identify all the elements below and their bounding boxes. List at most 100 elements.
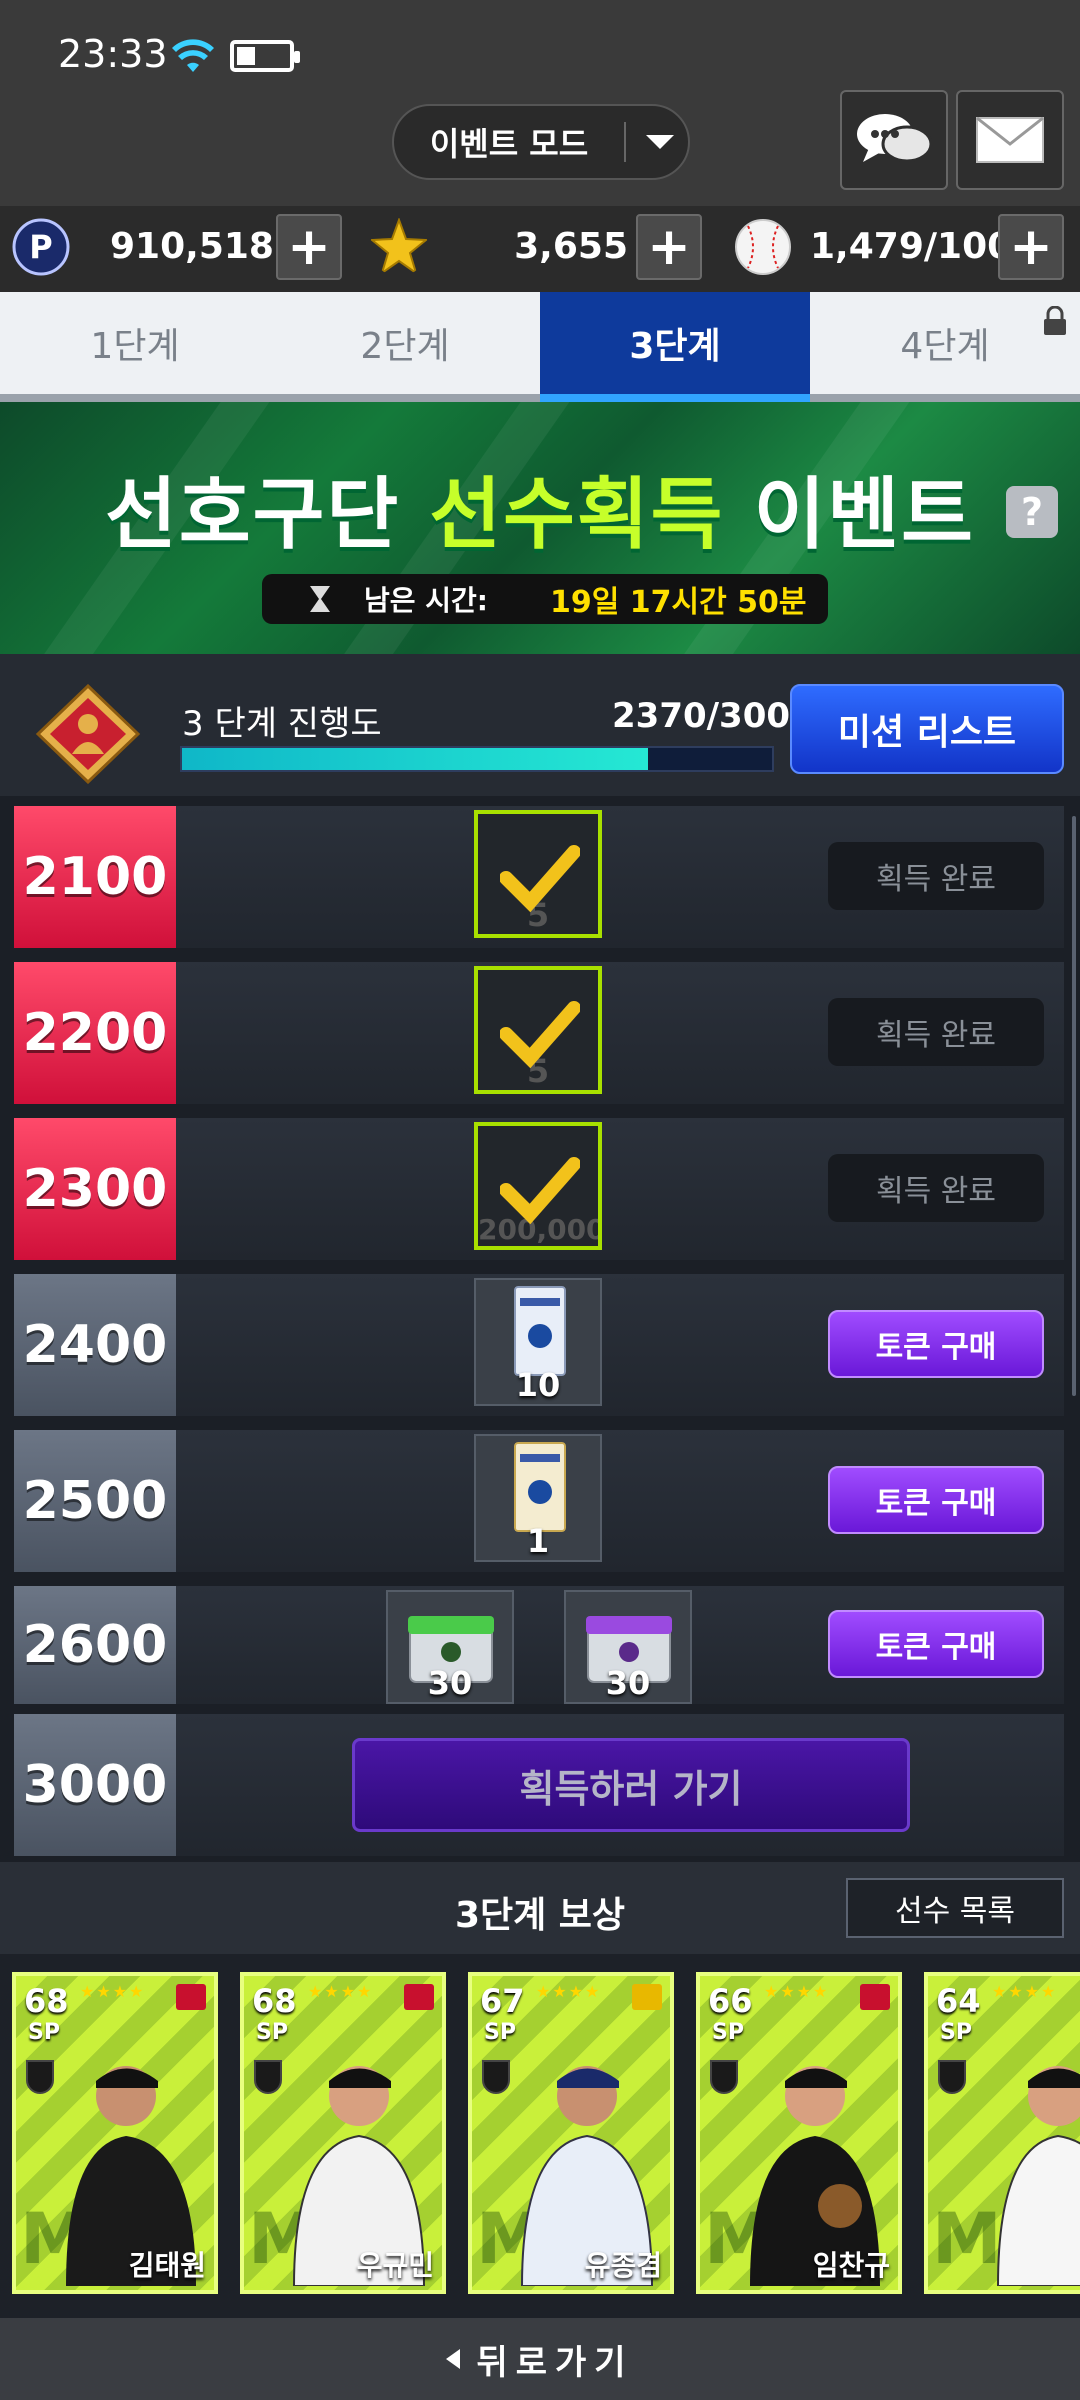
claimed-status: 획득 완료 [828, 1154, 1044, 1222]
reward-item[interactable]: 30 [564, 1590, 692, 1704]
progress-value: 2370/3000 [612, 696, 814, 736]
reward-row: 2200 5 획득 완료 [14, 962, 1064, 1104]
hourglass-icon [310, 586, 330, 612]
shield-icon [26, 2060, 54, 2094]
star-icon [370, 218, 428, 276]
mail-button[interactable] [956, 90, 1064, 190]
help-button[interactable]: ? [1006, 486, 1058, 538]
currency-bar: P 910,518 + 3,655 + 1,479/100 + [0, 206, 1080, 292]
battery-icon [230, 40, 300, 72]
chat-bubbles-icon [857, 114, 933, 163]
check-icon [500, 845, 580, 912]
chevron-down-icon [646, 135, 674, 149]
tab-stage-2[interactable]: 2단계 [270, 292, 540, 394]
go-acquire-button[interactable]: 획득하러 가기 [352, 1738, 910, 1832]
player-cards: M 68 SP ★★★★ 김태원 M 68 SP ★★★★ 우규민 M 67 S… [0, 1954, 1080, 2318]
add-stars-button[interactable]: + [636, 214, 702, 280]
shield-icon [482, 2060, 510, 2094]
balls-value: 1,479/100 [810, 226, 1013, 267]
reward-row: 2100 5 획득 완료 [14, 806, 1064, 948]
envelope-icon [976, 116, 1044, 163]
reward-section-header: 3단계 보상 선수 목록 [0, 1862, 1080, 1954]
player-image [996, 2066, 1080, 2286]
player-card[interactable]: M 66 SP ★★★★ 임찬규 [696, 1972, 902, 2294]
medal-icon [35, 684, 141, 784]
reward-list: 2100 5 획득 완료 2200 5 획득 완료 2300 200,000 획… [0, 796, 1080, 1862]
reward-row: 2400 10 토큰 구매 [14, 1274, 1064, 1416]
wifi-icon [172, 39, 214, 72]
top-header: 이벤트 모드 [0, 90, 1080, 206]
list-scrollbar[interactable] [1072, 816, 1076, 1396]
reward-score: 2400 [14, 1274, 176, 1416]
reward-row: 2300 200,000 획득 완료 [14, 1118, 1064, 1260]
back-arrow-icon [446, 2349, 461, 2369]
star-rating-icon: ★★★★ [992, 1982, 1058, 2001]
reward-score: 3000 [14, 1714, 176, 1856]
reward-item: 5 [474, 810, 602, 938]
reward-item[interactable]: 1 [474, 1434, 602, 1562]
progress-bar [180, 746, 774, 772]
reward-score: 2200 [14, 962, 176, 1104]
point-coin-icon: P [12, 218, 70, 276]
check-icon [500, 1001, 580, 1068]
mission-list-button[interactable]: 미션 리스트 [790, 684, 1064, 774]
chat-button[interactable] [840, 90, 948, 190]
shield-icon [938, 2060, 966, 2094]
baseball-icon [735, 219, 791, 275]
team-logo-icon [404, 1984, 434, 2010]
reward-item[interactable]: 30 [386, 1590, 514, 1704]
reward-score: 2300 [14, 1118, 176, 1260]
star-rating-icon: ★★★★ [764, 1982, 830, 2001]
svg-text:P: P [29, 228, 52, 266]
back-button[interactable]: 뒤로가기 [0, 2318, 1080, 2400]
player-card[interactable]: M 64 SP ★★★★ 김 [924, 1972, 1080, 2294]
reward-item: 5 [474, 966, 602, 1094]
shield-icon [254, 2060, 282, 2094]
star-rating-icon: ★★★★ [308, 1982, 374, 2001]
team-logo-icon [632, 1984, 662, 2010]
back-button-label: 뒤로가기 [476, 2342, 634, 2383]
lock-icon [1044, 306, 1066, 335]
buy-token-button[interactable]: 토큰 구매 [828, 1610, 1044, 1678]
player-list-button[interactable]: 선수 목록 [846, 1878, 1064, 1938]
player-card[interactable]: M 68 SP ★★★★ 우규민 [240, 1972, 446, 2294]
reward-row: 2500 1 토큰 구매 [14, 1430, 1064, 1572]
points-value: 910,518 [110, 226, 274, 267]
tab-stage-3[interactable]: 3단계 [540, 292, 810, 402]
claimed-status: 획득 완료 [828, 842, 1044, 910]
tab-stage-4[interactable]: 4단계 [810, 292, 1080, 394]
reward-item[interactable]: 10 [474, 1278, 602, 1406]
team-logo-icon [860, 1984, 890, 2010]
team-logo-icon [176, 1984, 206, 2010]
star-rating-icon: ★★★★ [536, 1982, 602, 2001]
mode-dropdown[interactable]: 이벤트 모드 [392, 104, 690, 180]
banner-title: 선호구단 선수획득 이벤트 [105, 470, 975, 560]
star-rating-icon: ★★★★ [80, 1982, 146, 2001]
player-card[interactable]: M 67 SP ★★★★ 유종겸 [468, 1972, 674, 2294]
shield-icon [710, 2060, 738, 2094]
stage-progress: 3 단계 진행도 2370/3000 미션 리스트 [0, 654, 1080, 796]
status-time: 23:33 [58, 32, 168, 76]
mode-dropdown-label: 이벤트 모드 [429, 125, 589, 163]
progress-label: 3 단계 진행도 [182, 704, 382, 744]
player-card[interactable]: M 68 SP ★★★★ 김태원 [12, 1972, 218, 2294]
check-icon [500, 1157, 580, 1224]
reward-row-final: 3000 획득하러 가기 [14, 1714, 1064, 1856]
ticket-icon [514, 1442, 566, 1532]
stage-tabs: 1단계 2단계 3단계 4단계 [0, 292, 1080, 402]
reward-row: 2600 30 30 토큰 구매 [14, 1586, 1064, 1704]
reward-score: 2100 [14, 806, 176, 948]
add-points-button[interactable]: + [276, 214, 342, 280]
reward-score: 2500 [14, 1430, 176, 1572]
status-bar: 23:33 [0, 0, 1080, 100]
add-balls-button[interactable]: + [998, 214, 1064, 280]
progress-fill [182, 748, 649, 770]
tab-stage-1[interactable]: 1단계 [0, 292, 270, 394]
reward-item: 200,000 [474, 1122, 602, 1250]
buy-token-button[interactable]: 토큰 구매 [828, 1466, 1044, 1534]
stars-value: 3,655 [514, 226, 628, 267]
claimed-status: 획득 완료 [828, 998, 1044, 1066]
ticket-icon [514, 1286, 566, 1376]
buy-token-button[interactable]: 토큰 구매 [828, 1310, 1044, 1378]
event-banner: 선호구단 선수획득 이벤트 ? 남은 시간: 19일 17시간 50분 [0, 402, 1080, 654]
